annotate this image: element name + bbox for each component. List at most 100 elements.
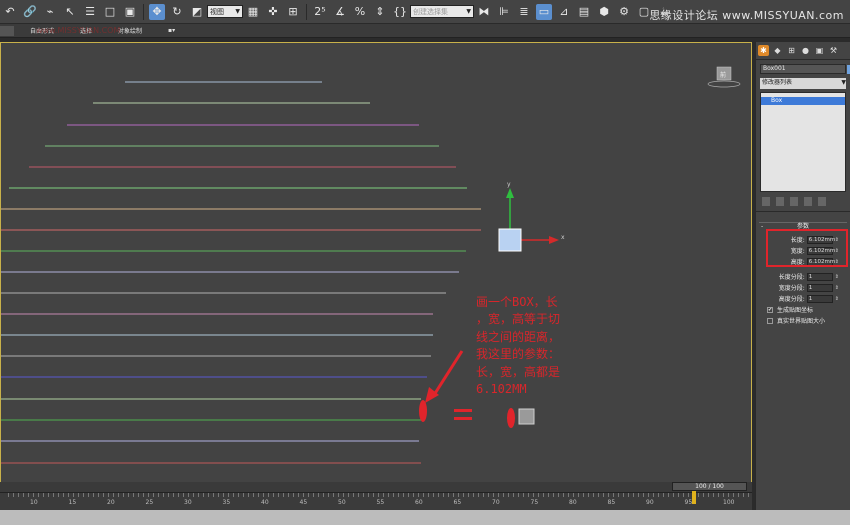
- equals-bar-bottom: [454, 417, 472, 420]
- ruler-minor-tick: [613, 493, 614, 497]
- create-tab-icon[interactable]: ✱: [758, 45, 769, 56]
- ruler-minor-tick: [8, 493, 9, 497]
- track-bar[interactable]: 10 15 20 25 30 35 40 45 50 55 60 65 70 75 80 85 90 95 100: [0, 492, 752, 510]
- ruler-minor-tick: [118, 493, 119, 497]
- display-tab-icon[interactable]: ▣: [814, 45, 825, 56]
- remove-modifier-icon[interactable]: [804, 197, 812, 206]
- redo-icon[interactable]: 🔗: [22, 4, 38, 20]
- unlink-icon[interactable]: ⌁: [42, 4, 58, 20]
- stack-item-box[interactable]: Box: [761, 97, 845, 105]
- modify-tab-icon[interactable]: ◆: [772, 45, 783, 56]
- ruler-tick-label: 70: [492, 499, 500, 506]
- ruler-minor-tick: [498, 493, 499, 497]
- ruler-minor-tick: [508, 493, 509, 497]
- command-panel-tabs: ✱ ◆ ⊞ ● ▣ ⚒: [756, 42, 850, 60]
- ruler-minor-tick: [478, 493, 479, 497]
- viewport[interactable]: 前 y x 画一个BOX，长 ，宽，高等于切 线之间的距离， 我这里的参数： 长，宽…: [0, 42, 752, 490]
- spinner-icon[interactable]: ⇕: [835, 296, 839, 302]
- ruler-minor-tick: [183, 493, 184, 497]
- align-icon[interactable]: ⊫: [496, 4, 512, 20]
- rotate-icon[interactable]: ↻: [169, 4, 185, 20]
- length-segs-field[interactable]: 1: [806, 272, 833, 281]
- ruler-minor-tick: [23, 493, 24, 497]
- ruler-minor-tick: [113, 493, 114, 497]
- move-icon[interactable]: ✥: [149, 3, 165, 20]
- ruler-minor-tick: [453, 493, 454, 497]
- ruler-minor-tick: [398, 493, 399, 497]
- motion-tab-icon[interactable]: ●: [800, 45, 811, 56]
- ruler-minor-tick: [698, 493, 699, 497]
- ribbon-options-icon[interactable]: ▪▾: [168, 27, 175, 34]
- ruler-minor-tick: [618, 493, 619, 497]
- spinner-snap-icon[interactable]: ⇕: [372, 4, 388, 20]
- snaps-icon[interactable]: 2⁵: [312, 4, 328, 20]
- ruler-minor-tick: [588, 493, 589, 497]
- curve-editor-icon[interactable]: ⊿: [556, 4, 572, 20]
- modifier-list-dropdown[interactable]: 修改器列表 ▼: [760, 78, 846, 89]
- playhead[interactable]: [692, 491, 696, 504]
- scale-icon[interactable]: ◩: [189, 4, 205, 20]
- ruler-tick-label: 45: [299, 499, 308, 506]
- width-segs-field[interactable]: 1: [806, 283, 833, 292]
- pivot-icon[interactable]: ▦: [245, 4, 261, 20]
- ruler-minor-tick: [148, 493, 149, 497]
- select-by-name-icon[interactable]: ☰: [82, 4, 98, 20]
- ruler-minor-tick: [533, 493, 534, 497]
- ruler-minor-tick: [433, 493, 434, 497]
- ruler-minor-tick: [668, 493, 669, 497]
- object-name-field[interactable]: Box001: [760, 64, 850, 74]
- pin-stack-icon[interactable]: [762, 197, 770, 206]
- utilities-tab-icon[interactable]: ⚒: [828, 45, 839, 56]
- ruler-tick-label: 60: [415, 499, 423, 506]
- spinner-icon[interactable]: ⇕: [835, 285, 839, 291]
- ruler-minor-tick: [358, 493, 359, 497]
- keyboard-shortcut-icon[interactable]: ⊞: [285, 4, 301, 20]
- ruler-minor-tick: [403, 493, 404, 497]
- ruler-minor-tick: [718, 493, 719, 497]
- angle-snap-icon[interactable]: ∡: [332, 4, 348, 20]
- ruler-minor-tick: [128, 493, 129, 497]
- rect-region-icon[interactable]: □: [102, 4, 118, 20]
- hierarchy-tab-icon[interactable]: ⊞: [786, 45, 797, 56]
- show-end-result-icon[interactable]: [776, 197, 784, 206]
- gen-mapping-checkbox[interactable]: ✔ 生成贴图坐标: [759, 304, 847, 315]
- ruler-tick-label: 25: [145, 499, 154, 506]
- reference-coordinate-select[interactable]: 视图 ▼: [207, 5, 243, 18]
- spinner-icon[interactable]: ⇕: [835, 274, 839, 280]
- ruler-minor-tick: [518, 493, 519, 497]
- ruler-minor-tick: [293, 493, 294, 497]
- layer-icon[interactable]: ≣: [516, 4, 532, 20]
- ribbon-tab-object-paint[interactable]: 对象绘制: [118, 26, 142, 35]
- percent-snap-icon[interactable]: %: [352, 4, 368, 20]
- ruler-minor-tick: [643, 493, 644, 497]
- ribbon-bar: 自由形式 选择 对象绘制 ▪▾ www.MISSYUAN.COM: [0, 24, 850, 38]
- schematic-icon[interactable]: ▤: [576, 4, 592, 20]
- ruler-tick-label: 75: [530, 499, 539, 506]
- ruler-minor-tick: [738, 493, 739, 497]
- graphite-icon[interactable]: ▭: [536, 3, 552, 20]
- ruler-minor-tick: [178, 493, 179, 497]
- manipulate-icon[interactable]: ✜: [265, 4, 281, 20]
- viewcube-label: 前: [720, 71, 726, 79]
- time-slider-thumb[interactable]: 100 / 100: [672, 482, 747, 491]
- ruler-minor-tick: [83, 493, 84, 497]
- gizmo-x-arrow: [549, 236, 559, 244]
- material-editor-icon[interactable]: ⬢: [596, 4, 612, 20]
- select-object-icon[interactable]: ↖: [62, 4, 78, 20]
- render-setup-icon[interactable]: ⚙: [616, 4, 632, 20]
- configure-sets-icon[interactable]: [818, 197, 826, 206]
- ruler-minor-tick: [123, 493, 124, 497]
- edit-named-sel-icon[interactable]: {}: [392, 4, 408, 20]
- height-segs-field[interactable]: 1: [806, 294, 833, 303]
- ruler-minor-tick: [268, 493, 269, 497]
- ribbon-toggle[interactable]: [0, 25, 14, 36]
- ruler-minor-tick: [723, 493, 724, 497]
- window-crossing-icon[interactable]: ▣: [122, 4, 138, 20]
- real-world-map-checkbox[interactable]: 真实世界贴图大小: [759, 315, 847, 326]
- mirror-icon[interactable]: ⧓: [476, 4, 492, 20]
- undo-icon[interactable]: ↶: [2, 4, 18, 20]
- ruler-minor-tick: [463, 493, 464, 497]
- named-selection-select[interactable]: 创建选择集 ▼: [410, 5, 474, 18]
- ruler-minor-tick: [333, 493, 334, 497]
- make-unique-icon[interactable]: [790, 197, 798, 206]
